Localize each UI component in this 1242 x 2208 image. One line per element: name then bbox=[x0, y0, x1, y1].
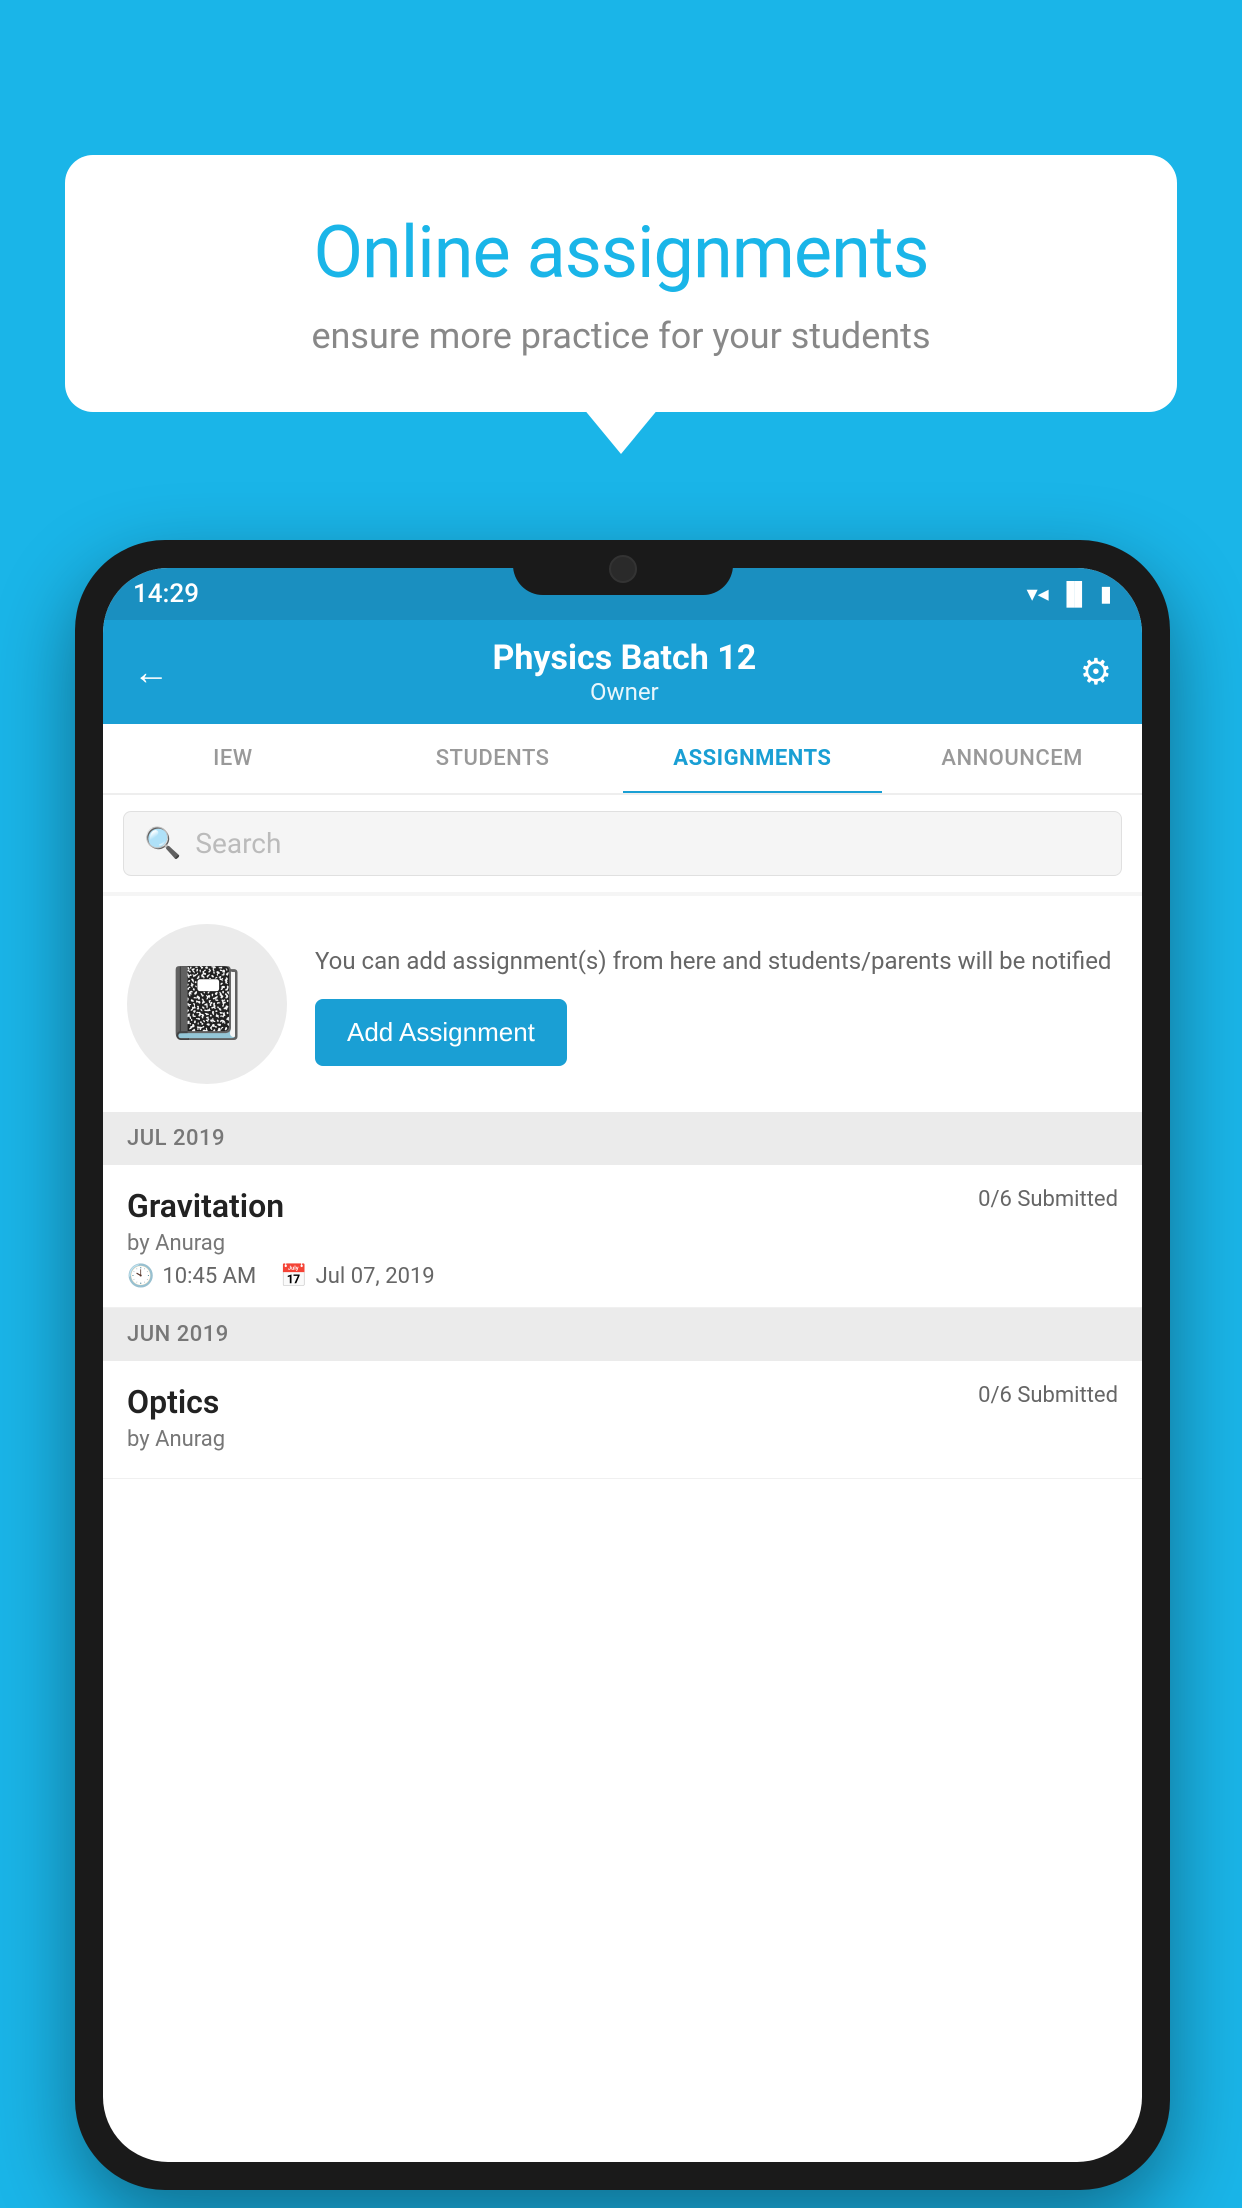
settings-icon[interactable]: ⚙ bbox=[1080, 651, 1112, 693]
search-bar-container: 🔍 Search bbox=[103, 795, 1142, 892]
search-placeholder: Search bbox=[195, 827, 281, 860]
content-area: 🔍 Search 📓 You can add assignment(s) fro… bbox=[103, 795, 1142, 1479]
section-header-jul: JUL 2019 bbox=[103, 1112, 1142, 1165]
promo-section: 📓 You can add assignment(s) from here an… bbox=[103, 896, 1142, 1112]
tab-announcements[interactable]: ANNOUNCEM bbox=[882, 724, 1142, 793]
signal-icon: ▐▌ bbox=[1059, 581, 1090, 607]
phone-frame: 14:29 ▾◂ ▐▌ ▮ ← Physics Batch 12 Owner ⚙… bbox=[75, 540, 1170, 2190]
tab-overview[interactable]: IEW bbox=[103, 724, 363, 793]
assignment-by-optics: by Anurag bbox=[127, 1427, 1118, 1452]
meta-time: 🕙 10:45 AM bbox=[127, 1264, 256, 1289]
assignment-item-gravitation[interactable]: Gravitation 0/6 Submitted by Anurag 🕙 10… bbox=[103, 1165, 1142, 1308]
tab-assignments[interactable]: ASSIGNMENTS bbox=[623, 724, 883, 793]
assignment-by: by Anurag bbox=[127, 1231, 1118, 1256]
assignment-time: 10:45 AM bbox=[162, 1264, 256, 1289]
assignment-submitted: 0/6 Submitted bbox=[978, 1187, 1118, 1212]
assignment-date: Jul 07, 2019 bbox=[316, 1264, 435, 1289]
calendar-icon: 📅 bbox=[280, 1264, 307, 1289]
bubble-subtitle: ensure more practice for your students bbox=[125, 315, 1117, 357]
assignment-meta: 🕙 10:45 AM 📅 Jul 07, 2019 bbox=[127, 1264, 1118, 1289]
assignment-name-optics: Optics bbox=[127, 1383, 219, 1421]
app-header: ← Physics Batch 12 Owner ⚙ bbox=[103, 620, 1142, 724]
assignment-submitted-optics: 0/6 Submitted bbox=[978, 1383, 1118, 1408]
header-center: Physics Batch 12 Owner bbox=[169, 638, 1080, 706]
assignment-name: Gravitation bbox=[127, 1187, 284, 1225]
clock-icon: 🕙 bbox=[127, 1264, 154, 1289]
assignment-top: Gravitation 0/6 Submitted bbox=[127, 1187, 1118, 1225]
assignment-top-optics: Optics 0/6 Submitted bbox=[127, 1383, 1118, 1421]
camera bbox=[609, 555, 637, 583]
phone-screen: 14:29 ▾◂ ▐▌ ▮ ← Physics Batch 12 Owner ⚙… bbox=[103, 568, 1142, 2162]
section-header-jun: JUN 2019 bbox=[103, 1308, 1142, 1361]
header-subtitle: Owner bbox=[169, 678, 1080, 706]
status-time: 14:29 bbox=[133, 579, 199, 609]
add-assignment-button[interactable]: Add Assignment bbox=[315, 999, 567, 1066]
promo-text-area: You can add assignment(s) from here and … bbox=[315, 943, 1118, 1066]
search-bar[interactable]: 🔍 Search bbox=[123, 811, 1122, 876]
search-icon: 🔍 bbox=[144, 826, 181, 861]
speech-bubble: Online assignments ensure more practice … bbox=[65, 155, 1177, 412]
wifi-icon: ▾◂ bbox=[1027, 582, 1049, 607]
tab-students[interactable]: STUDENTS bbox=[363, 724, 623, 793]
promo-description: You can add assignment(s) from here and … bbox=[315, 943, 1118, 979]
assignment-item-optics[interactable]: Optics 0/6 Submitted by Anurag bbox=[103, 1361, 1142, 1479]
phone-notch bbox=[513, 540, 733, 595]
battery-icon: ▮ bbox=[1100, 582, 1112, 607]
tabs-container: IEW STUDENTS ASSIGNMENTS ANNOUNCEM bbox=[103, 724, 1142, 795]
back-button[interactable]: ← bbox=[133, 651, 169, 693]
notebook-icon: 📓 bbox=[163, 963, 250, 1045]
header-title: Physics Batch 12 bbox=[169, 638, 1080, 678]
meta-date: 📅 Jul 07, 2019 bbox=[280, 1264, 434, 1289]
speech-bubble-container: Online assignments ensure more practice … bbox=[65, 155, 1177, 412]
status-icons: ▾◂ ▐▌ ▮ bbox=[1027, 581, 1112, 607]
bubble-title: Online assignments bbox=[125, 210, 1117, 295]
promo-icon-circle: 📓 bbox=[127, 924, 287, 1084]
